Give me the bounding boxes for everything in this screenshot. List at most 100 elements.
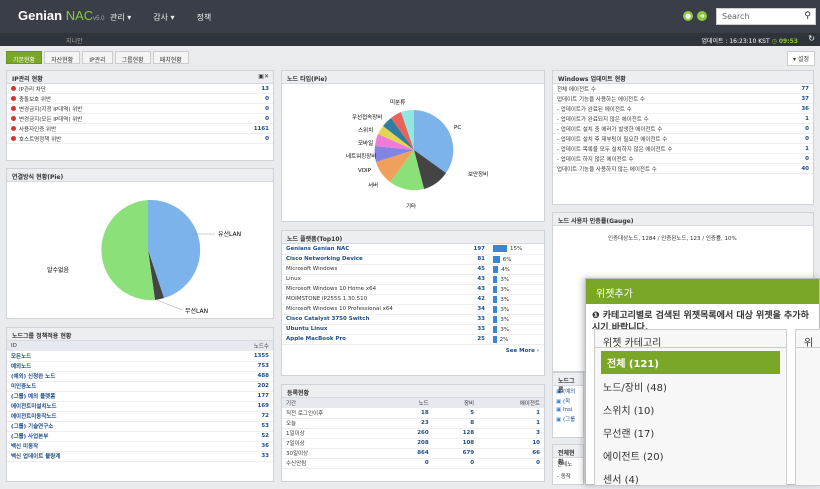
winupdate-row[interactable]: - 업데이트 설치 중 에러가 발생한 에이전트 수 0 xyxy=(553,124,813,134)
group-count[interactable]: 753 xyxy=(196,361,273,372)
reg-value[interactable]: 8 xyxy=(432,418,479,429)
winupdate-row[interactable]: 업데이트 기능을 사용하는 에이전트 수 37 xyxy=(553,94,813,104)
see-more-link[interactable]: See More › xyxy=(282,345,544,357)
group-count[interactable]: 1355 xyxy=(196,351,273,362)
reg-value[interactable]: 5 xyxy=(432,408,479,419)
table-row[interactable]: MOIMSTONE IP255S 1.30.510 42 3% xyxy=(282,294,544,305)
reg-value[interactable]: 23 xyxy=(387,418,433,429)
winupdate-row[interactable]: - 업데이트가 완료된 에이전트 수 36 xyxy=(553,104,813,114)
settings-button[interactable]: ▾ 설정 xyxy=(787,51,815,66)
reg-value[interactable]: 260 xyxy=(387,428,433,439)
ipmgmt-row[interactable]: IP관리 차단 13 xyxy=(7,84,273,94)
table-row[interactable]: Microsoft Windows 10 Professional x64 34 3… xyxy=(282,304,544,315)
table-row[interactable]: Genians Genian NAC 197 15% xyxy=(282,244,544,255)
ipmgmt-row[interactable]: 충돌보호 위반 0 xyxy=(7,94,273,104)
group-id[interactable]: 모든노드 xyxy=(7,351,197,362)
group-count[interactable]: 169 xyxy=(196,401,273,412)
reg-value[interactable]: 1 xyxy=(478,418,544,429)
logout-icon[interactable]: ➜ xyxy=(697,11,707,21)
group-count[interactable]: 488 xyxy=(196,371,273,382)
group-id[interactable]: 예외노드 xyxy=(7,361,197,372)
platform-name[interactable]: Microsoft Windows 10 Professional x64 xyxy=(282,304,422,315)
tab-patch[interactable]: 패치현황 xyxy=(152,51,189,64)
table-row[interactable]: 에이전트미동작노드 72 xyxy=(7,411,273,422)
winupdate-row[interactable]: - 업데이트 설치 후 재부팅이 필요한 에이전트 수 0 xyxy=(553,134,813,144)
reg-value[interactable]: 679 xyxy=(432,448,479,459)
table-row[interactable]: (그룹) 사업본부 52 xyxy=(7,431,273,442)
group-id[interactable]: 에이전트미동작노드 xyxy=(7,411,197,422)
row-value[interactable]: 0 xyxy=(805,136,809,142)
group-count[interactable]: 202 xyxy=(196,381,273,392)
ipmgmt-row[interactable]: 사용자인증 위반 1161 xyxy=(7,124,273,134)
table-row[interactable]: 모든노드 1355 xyxy=(7,351,273,362)
reg-value[interactable]: 864 xyxy=(387,448,433,459)
close-icon[interactable]: ✕ xyxy=(264,73,269,80)
group-count[interactable]: 52 xyxy=(196,431,273,442)
tab-ipmgmt[interactable]: IP관리 xyxy=(82,51,113,64)
category-item[interactable]: 무선랜 (17) xyxy=(595,420,786,443)
table-row[interactable]: (예외) 신청완 노드 488 xyxy=(7,371,273,382)
group-id[interactable]: (그룹) 사업본부 xyxy=(7,431,197,442)
search-input[interactable]: Search ⚲ xyxy=(716,8,816,25)
table-row[interactable]: (그룹) 예외 플랫폼 177 xyxy=(7,391,273,402)
reg-value[interactable]: 0 xyxy=(478,458,544,469)
row-value[interactable]: 0 xyxy=(805,156,809,162)
table-row[interactable]: Cisco Networking Device 81 6% xyxy=(282,254,544,265)
winupdate-row[interactable]: 업데이트 기능을 사용하지 않는 에이전트 수 40 xyxy=(553,164,813,174)
table-row[interactable]: 백신 미동작 36 xyxy=(7,441,273,452)
ipmgmt-row[interactable]: 변경금지(지정 IP대역) 위반 0 xyxy=(7,104,273,114)
row-value[interactable]: 77 xyxy=(801,86,809,92)
group-count[interactable]: 36 xyxy=(196,441,273,452)
row-value[interactable]: 0 xyxy=(265,136,269,142)
platform-name[interactable]: Ubuntu Linux xyxy=(282,324,422,335)
row-value[interactable]: 36 xyxy=(801,106,809,112)
reg-value[interactable]: 0 xyxy=(387,458,433,469)
search-icon[interactable]: ⚲ xyxy=(804,11,811,21)
reg-value[interactable]: 66 xyxy=(478,448,544,459)
winupdate-row[interactable]: - 업데이트 하지 않은 에이전트 수 0 xyxy=(553,154,813,164)
table-row[interactable]: Microsoft Windows 10 Home x64 43 3% xyxy=(282,284,544,295)
table-row[interactable]: Ubuntu Linux 33 3% xyxy=(282,324,544,335)
tab-group[interactable]: 그룹현황 xyxy=(114,51,151,64)
winupdate-row[interactable]: - 업데이트가 완료되지 않은 에이전트 수 1 xyxy=(553,114,813,124)
group-id[interactable]: 미인증노드 xyxy=(7,381,197,392)
table-row[interactable]: Linux 43 3% xyxy=(282,274,544,285)
nav-policy[interactable]: 정책 xyxy=(197,12,212,23)
reg-value[interactable]: 1 xyxy=(478,408,544,419)
row-value[interactable]: 37 xyxy=(801,96,809,102)
table-row[interactable]: 백신 업데이트 불량계 33 xyxy=(7,451,273,462)
platform-name[interactable]: Microsoft Windows xyxy=(282,264,422,275)
table-row[interactable]: (그룹) 기술연구소 53 xyxy=(7,421,273,432)
platform-name[interactable]: MOIMSTONE IP255S 1.30.510 xyxy=(282,294,422,305)
reg-value[interactable]: 208 xyxy=(387,438,433,449)
winupdate-row[interactable]: 전체 에이전트 수 77 xyxy=(553,84,813,94)
table-row[interactable]: Microsoft Windows 45 4% xyxy=(282,264,544,275)
tab-basic[interactable]: 기본현황 xyxy=(6,51,43,64)
table-row[interactable]: Apple MacBook Pro 25 2% xyxy=(282,334,544,345)
row-value[interactable]: 1 xyxy=(805,116,809,122)
group-count[interactable]: 33 xyxy=(196,451,273,462)
platform-name[interactable]: Linux xyxy=(282,274,422,285)
nodegroup-row[interactable]: ▣ (그룹 xyxy=(553,414,583,424)
group-id[interactable]: (그룹) 예외 플랫폼 xyxy=(7,391,197,402)
reg-value[interactable]: 10 xyxy=(478,438,544,449)
group-count[interactable]: 177 xyxy=(196,391,273,402)
reg-value[interactable]: 0 xyxy=(432,458,479,469)
reg-value[interactable]: 128 xyxy=(432,428,479,439)
category-item[interactable]: 노드/장비 (48) xyxy=(595,374,786,397)
platform-name[interactable]: Cisco Networking Device xyxy=(282,254,422,265)
group-count[interactable]: 53 xyxy=(196,421,273,432)
group-id[interactable]: 백신 미동작 xyxy=(7,441,197,452)
row-value[interactable]: 0 xyxy=(265,106,269,112)
ipmgmt-row[interactable]: 변경금지(모든 IP대역) 위반 0 xyxy=(7,114,273,124)
nav-manage[interactable]: 관리 ▾ xyxy=(110,12,131,23)
row-value[interactable]: 40 xyxy=(801,166,809,172)
table-row[interactable]: 예외노드 753 xyxy=(7,361,273,372)
group-count[interactable]: 72 xyxy=(196,411,273,422)
winupdate-row[interactable]: - 업데이트 목록을 모두 설치하지 않은 에이전트 수 1 xyxy=(553,144,813,154)
category-item[interactable]: 전체 (121) xyxy=(601,351,780,374)
group-id[interactable]: 에이전트미설치노드 xyxy=(7,401,197,412)
reg-value[interactable]: 3 xyxy=(478,428,544,439)
row-value[interactable]: 0 xyxy=(265,116,269,122)
user-icon[interactable]: ● xyxy=(683,11,693,21)
